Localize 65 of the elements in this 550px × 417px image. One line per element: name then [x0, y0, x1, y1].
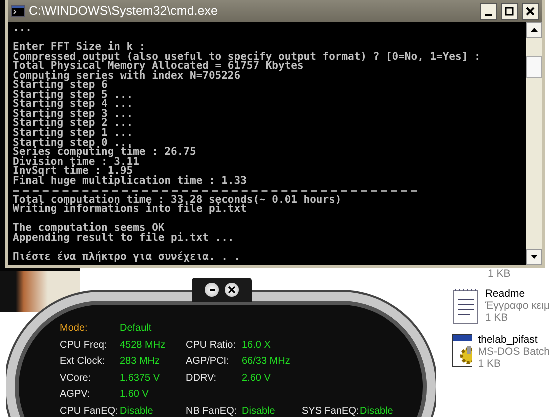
console-line: Πιέστε ένα πλήκτρο για συνέχεια. . .	[13, 253, 242, 263]
setting-label: NB FanEQ:	[186, 406, 238, 417]
close-icon	[525, 6, 536, 16]
console-line: Series computing time : 26.75	[13, 148, 198, 158]
setting-value: Disable	[120, 406, 154, 417]
file-name: thelab_pifast	[478, 334, 539, 346]
console-line: Appending result to file pi.txt ...	[13, 234, 236, 244]
minimize-button[interactable]	[205, 283, 219, 297]
console-line: Enter FFT Size in k :	[13, 43, 146, 53]
console-line: Starting step 1 ...	[13, 129, 134, 139]
scroll-up-button[interactable]	[526, 22, 542, 38]
notepad-icon[interactable]	[452, 288, 480, 326]
gear-window-icon[interactable]	[452, 334, 472, 368]
file-detail: 1 KB	[488, 268, 511, 280]
setting-label: CPU Freq:	[60, 340, 108, 351]
minimize-icon	[210, 289, 214, 291]
console-line: Starting step 3 ...	[13, 110, 134, 120]
scroll-down-button[interactable]	[526, 249, 542, 265]
setting-value: 4528 MHz	[120, 340, 167, 351]
setting-value: 1.6375 V	[120, 372, 162, 384]
setting-label: Ext Clock:	[60, 356, 106, 368]
setting-label: AGP/PCI:	[186, 356, 230, 368]
console-line: Starting step 4 ...	[13, 100, 134, 110]
setting-value: 1.60 V	[120, 389, 150, 400]
close-icon	[228, 286, 236, 294]
console-icon	[11, 5, 25, 17]
file-detail: 1 KB	[485, 312, 510, 324]
setting-value: 2.60 V	[242, 372, 272, 384]
setting-label: VCore:	[60, 372, 92, 384]
close-button[interactable]	[522, 2, 539, 20]
file-name: Readme	[485, 288, 526, 300]
console-line: Final huge multiplication time : 1.33	[13, 176, 248, 186]
maximize-button[interactable]	[501, 2, 518, 20]
setting-label: AGPV:	[60, 389, 92, 400]
setting-value: 16.0 X	[242, 340, 272, 351]
file-detail: MS-DOS Batch	[478, 346, 550, 358]
scroll-thumb[interactable]	[526, 56, 542, 78]
console-line: InvSqrt time : 1.95	[13, 167, 134, 177]
console-line: Starting step 5 ...	[13, 90, 134, 100]
setting-label: CPU FanEQ:	[60, 406, 120, 417]
setting-label: DDRV:	[186, 372, 218, 384]
console-line: Writing informations into file pi.txt	[13, 205, 247, 215]
setting-value: Disable	[242, 406, 276, 417]
minimize-icon	[485, 14, 492, 16]
mode-value: Default	[120, 323, 153, 334]
scrollbar[interactable]	[526, 22, 542, 265]
down-arrow-icon	[530, 255, 538, 259]
console-line: Starting step 6	[13, 81, 108, 91]
minimize-button[interactable]	[480, 2, 497, 20]
setting-label: CPU Ratio:	[186, 340, 238, 351]
maximize-icon	[504, 6, 515, 16]
file-detail: Έγγραφο κειμ	[485, 300, 550, 312]
console-line: Computing series with index N=705226	[13, 72, 242, 82]
mode-label: Mode:	[60, 323, 89, 334]
close-button[interactable]	[225, 283, 239, 297]
up-arrow-icon	[530, 28, 538, 32]
console-line: ...	[13, 24, 33, 34]
setting-value: 66/33 MHz	[242, 356, 292, 368]
file-detail: 1 KB	[478, 358, 502, 370]
console-line: Total Physical Memory Allocated = 61757 Kbytes	[13, 62, 304, 72]
setting-label: SYS FanEQ:	[302, 406, 360, 417]
setting-value: 283 MHz	[120, 356, 162, 368]
setting-value: Disable	[360, 406, 394, 417]
window-title: C:\WINDOWS\System32\cmd.exe	[29, 4, 219, 18]
console-line: Starting step 2 ...	[13, 119, 134, 130]
